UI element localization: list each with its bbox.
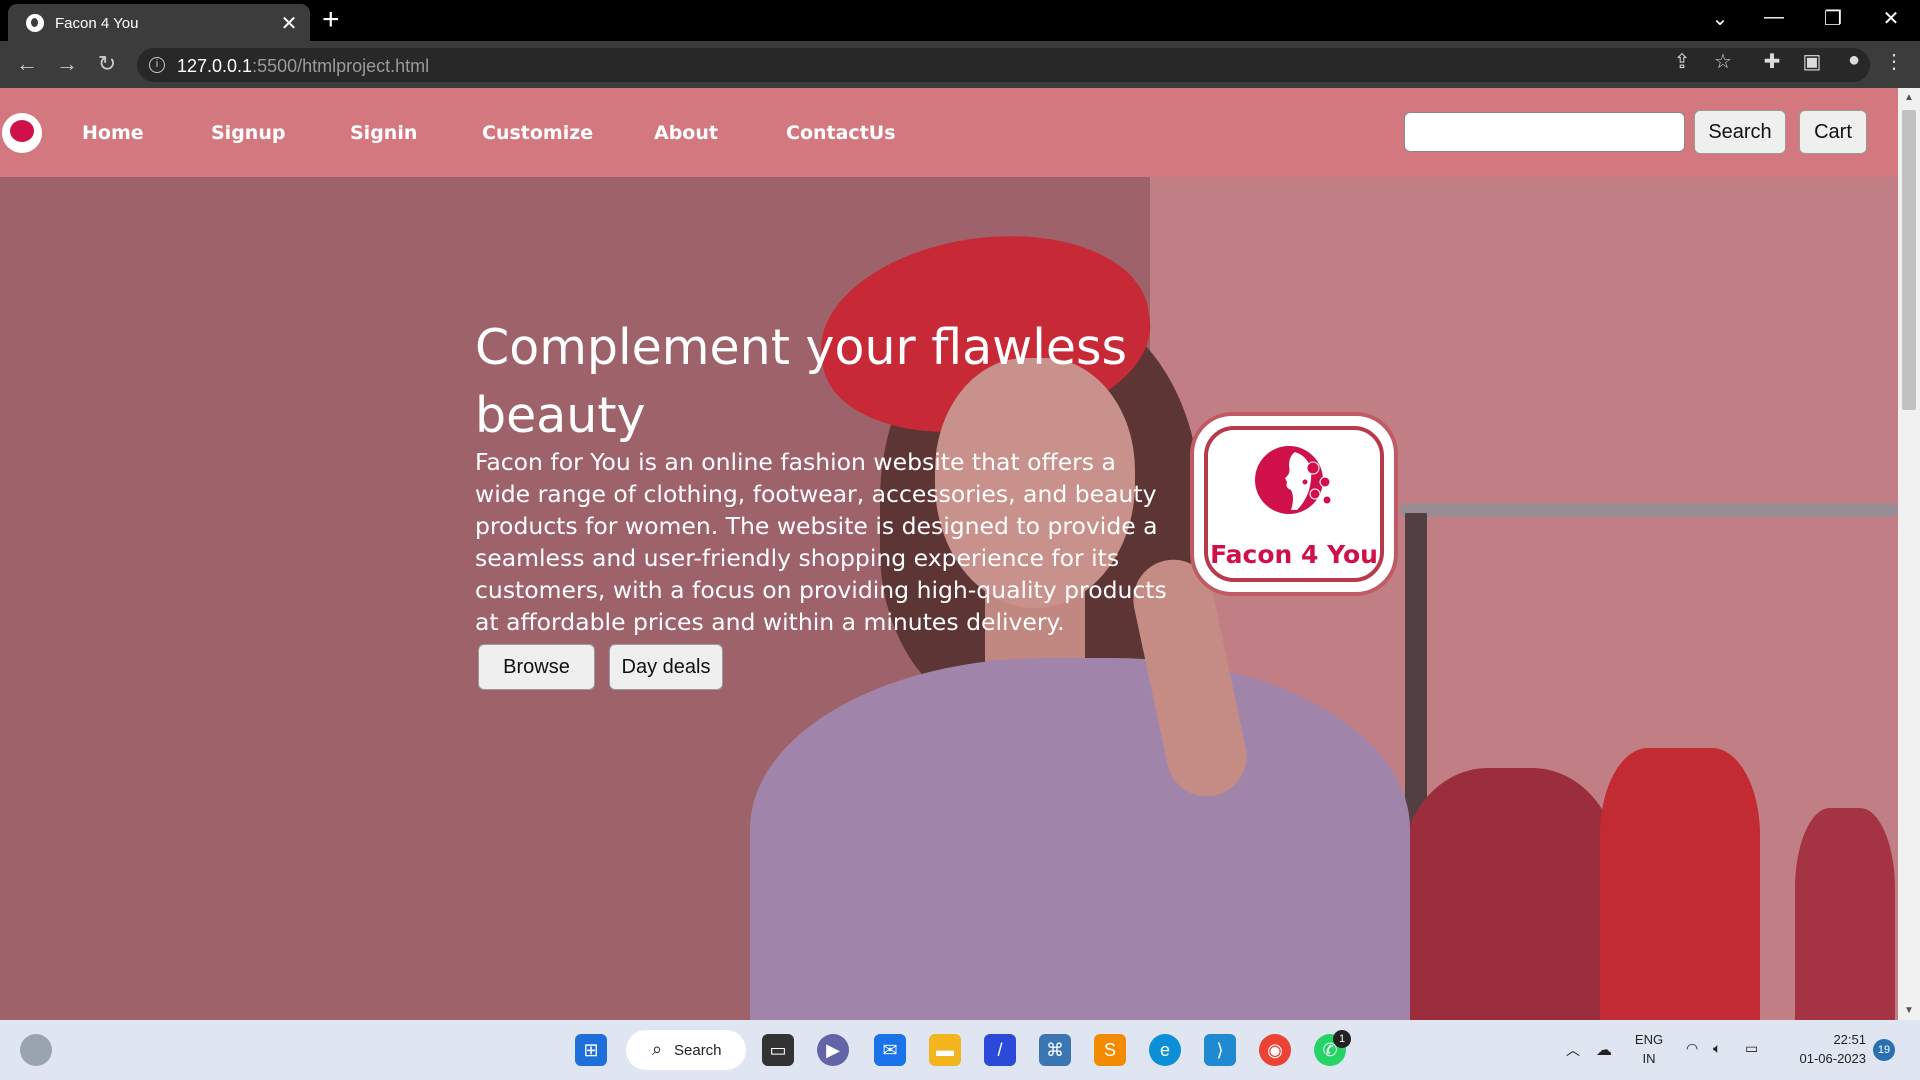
mail-icon[interactable]: ✉ [874, 1034, 906, 1066]
file-explorer-icon[interactable]: ▬ [929, 1034, 961, 1066]
search-button[interactable]: Search [1694, 110, 1786, 154]
web-page: Complement your flawless beauty Facon fo… [0, 88, 1898, 1020]
extensions-icon[interactable]: ✚ [1758, 49, 1786, 74]
browser-tab[interactable]: Facon 4 You ✕ [8, 4, 310, 41]
volume-icon[interactable]: 🔈︎ [1713, 1040, 1721, 1057]
sublime-text-icon[interactable]: S [1094, 1034, 1126, 1066]
language-top[interactable]: ENG [1632, 1032, 1666, 1047]
edge-icon[interactable]: e [1149, 1034, 1181, 1066]
windows-taskbar: ⊞ ⌕ Search ▭ ▶ ✉ ▬ / ⌘ S e ⟩ ◉ ✆ 1 ︿ ☁ E… [0, 1020, 1920, 1080]
search-icon: ⌕ [652, 1039, 663, 1059]
browser-tab-strip: Facon 4 You ✕ + ⌄ — ❐ ✕ [0, 0, 1920, 41]
vscode-icon[interactable]: ⟩ [1204, 1034, 1236, 1066]
logo-emblem-icon [10, 120, 34, 142]
nav-link-about[interactable]: About [654, 122, 718, 144]
share-icon[interactable]: ⇪ [1668, 49, 1696, 74]
nav-link-home[interactable]: Home [82, 122, 144, 144]
taskbar-search-box[interactable]: ⌕ Search [626, 1030, 746, 1070]
notification-badge[interactable]: 19 [1873, 1039, 1895, 1061]
start-menu-icon[interactable]: ⊞ [575, 1034, 607, 1066]
task-view-icon[interactable]: ▭ [762, 1034, 794, 1066]
whatsapp-badge: 1 [1333, 1030, 1351, 1048]
clock-time[interactable]: 22:51 [1782, 1032, 1866, 1047]
tab-search-dropdown-icon[interactable]: ⌄ [1700, 6, 1740, 31]
teams-chat-icon[interactable]: ▶ [817, 1034, 849, 1066]
url-text: 127.0.0.1:5500/htmlproject.html [177, 56, 430, 76]
pen-app-icon[interactable]: / [984, 1034, 1016, 1066]
show-hidden-icons-icon[interactable]: ︿ [1566, 1040, 1580, 1060]
browse-button[interactable]: Browse [478, 644, 595, 690]
scrollbar-thumb[interactable] [1902, 110, 1916, 410]
hero-title: Complement your flawless beauty [475, 319, 1128, 444]
woman-silhouette-icon [1255, 446, 1332, 514]
cart-button[interactable]: Cart [1799, 110, 1867, 154]
star-icon[interactable]: ☆ [1709, 49, 1737, 74]
scroll-up-icon[interactable]: ▲ [1898, 92, 1920, 103]
day-deals-button[interactable]: Day deals [609, 644, 723, 690]
nav-link-signup[interactable]: Signup [211, 122, 285, 144]
badge-brand-text: Facon 4 You [1210, 540, 1378, 569]
sidepanel-icon[interactable]: ▣ [1798, 49, 1826, 74]
hero-section: Complement your flawless beauty Facon fo… [0, 88, 1898, 1020]
chrome-icon[interactable]: ◉ [1259, 1034, 1291, 1066]
reload-button[interactable]: ↻ [94, 51, 120, 77]
page-scrollbar[interactable]: ▲ ▼ [1898, 88, 1920, 1020]
tab-title: Facon 4 You [55, 15, 139, 32]
tab-close-icon[interactable]: ✕ [278, 11, 300, 36]
hero-description: Facon for You is an online fashion websi… [475, 448, 1167, 636]
wifi-icon[interactable]: ◠ [1686, 1040, 1698, 1057]
battery-icon[interactable]: ▭ [1745, 1040, 1758, 1057]
taskbar-search-label: Search [674, 1042, 722, 1059]
browser-toolbar: ← → ↻ i 127.0.0.1:5500/htmlproject.html … [0, 41, 1920, 88]
site-logo[interactable] [2, 113, 42, 153]
close-window-button[interactable]: ✕ [1871, 6, 1911, 31]
nav-link-customize[interactable]: Customize [482, 122, 593, 144]
scroll-down-icon[interactable]: ▼ [1898, 1005, 1920, 1016]
site-info-icon[interactable]: i [149, 57, 165, 73]
maximize-button[interactable]: ❐ [1813, 6, 1853, 31]
address-bar[interactable]: i 127.0.0.1:5500/htmlproject.html [137, 48, 1870, 82]
favicon-icon [26, 14, 44, 32]
widgets-icon[interactable] [20, 1034, 52, 1066]
menu-icon[interactable]: ⋮ [1880, 49, 1908, 74]
back-button[interactable]: ← [14, 51, 40, 77]
minimize-button[interactable]: — [1754, 6, 1794, 29]
site-navbar: Home Signup Signin Customize About Conta… [0, 88, 1898, 177]
brand-logo-badge: Facon 4 You [1194, 416, 1394, 592]
python-icon[interactable]: ⌘ [1039, 1034, 1071, 1066]
language-bottom[interactable]: IN [1632, 1051, 1666, 1066]
forward-button[interactable]: → [54, 51, 80, 77]
new-tab-button[interactable]: + [322, 3, 340, 37]
onedrive-icon[interactable]: ☁ [1596, 1040, 1612, 1060]
search-input[interactable] [1404, 112, 1685, 152]
nav-link-contactus[interactable]: ContactUs [786, 122, 896, 144]
profile-icon[interactable]: ● [1840, 49, 1868, 72]
nav-link-signin[interactable]: Signin [350, 122, 417, 144]
clock-date[interactable]: 01-06-2023 [1782, 1051, 1867, 1066]
